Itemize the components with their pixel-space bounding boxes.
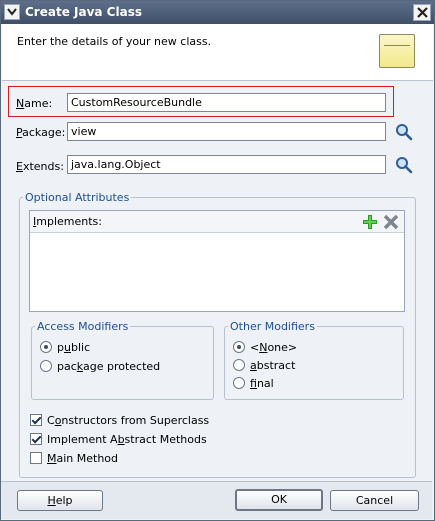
name-label: Name:: [16, 97, 53, 110]
extends-input[interactable]: java.lang.Object: [67, 155, 386, 174]
public-radio[interactable]: [40, 341, 52, 353]
final-modifier-label[interactable]: final: [250, 377, 274, 390]
public-label[interactable]: public: [57, 341, 90, 354]
access-modifiers-title: Access Modifiers: [35, 320, 131, 333]
implements-header: Implements:: [30, 211, 404, 233]
none-modifier-radio[interactable]: [233, 341, 245, 353]
constructors-checkbox[interactable]: [30, 414, 42, 426]
search-icon[interactable]: [395, 123, 413, 141]
add-icon[interactable]: [362, 214, 378, 230]
window-title: Create Java Class: [25, 5, 142, 19]
optional-attributes-title: Optional Attributes: [23, 191, 132, 204]
package-input[interactable]: view: [67, 122, 386, 141]
package-protected-label[interactable]: package protected: [57, 360, 160, 373]
main-method-label[interactable]: Main Method: [47, 452, 118, 465]
final-modifier-radio[interactable]: [233, 377, 245, 389]
extends-label: Extends:: [16, 160, 64, 173]
title-bar[interactable]: Create Java Class: [1, 1, 434, 24]
name-input[interactable]: CustomResourceBundle: [67, 93, 386, 112]
cancel-button[interactable]: Cancel: [330, 490, 419, 511]
chevron-down-icon: [7, 8, 17, 16]
close-icon: [417, 7, 428, 18]
implements-list[interactable]: Implements:: [29, 210, 405, 312]
abstract-modifier-radio[interactable]: [233, 359, 245, 371]
package-label: Package:: [16, 126, 66, 139]
none-modifier-label[interactable]: <None>: [250, 341, 297, 354]
dialog-header: Enter the details of your new class.: [2, 24, 433, 81]
ok-button[interactable]: OK: [235, 489, 323, 511]
implements-label: Implements:: [33, 215, 102, 228]
main-method-checkbox[interactable]: [30, 452, 42, 464]
window-close-button[interactable]: [413, 4, 431, 21]
implement-abstract-label[interactable]: Implement Abstract Methods: [47, 433, 207, 446]
search-icon[interactable]: [395, 156, 413, 174]
package-protected-radio[interactable]: [40, 360, 52, 372]
implement-abstract-checkbox[interactable]: [30, 433, 42, 445]
constructors-label[interactable]: Constructors from Superclass: [47, 414, 209, 427]
window-menu-button[interactable]: [4, 4, 20, 20]
other-modifiers-title: Other Modifiers: [228, 320, 317, 333]
remove-icon[interactable]: [383, 214, 399, 230]
help-button[interactable]: Help: [17, 490, 103, 511]
class-wizard-icon: [379, 34, 415, 68]
header-instructions: Enter the details of your new class.: [17, 35, 212, 48]
abstract-modifier-label[interactable]: abstract: [250, 359, 295, 372]
